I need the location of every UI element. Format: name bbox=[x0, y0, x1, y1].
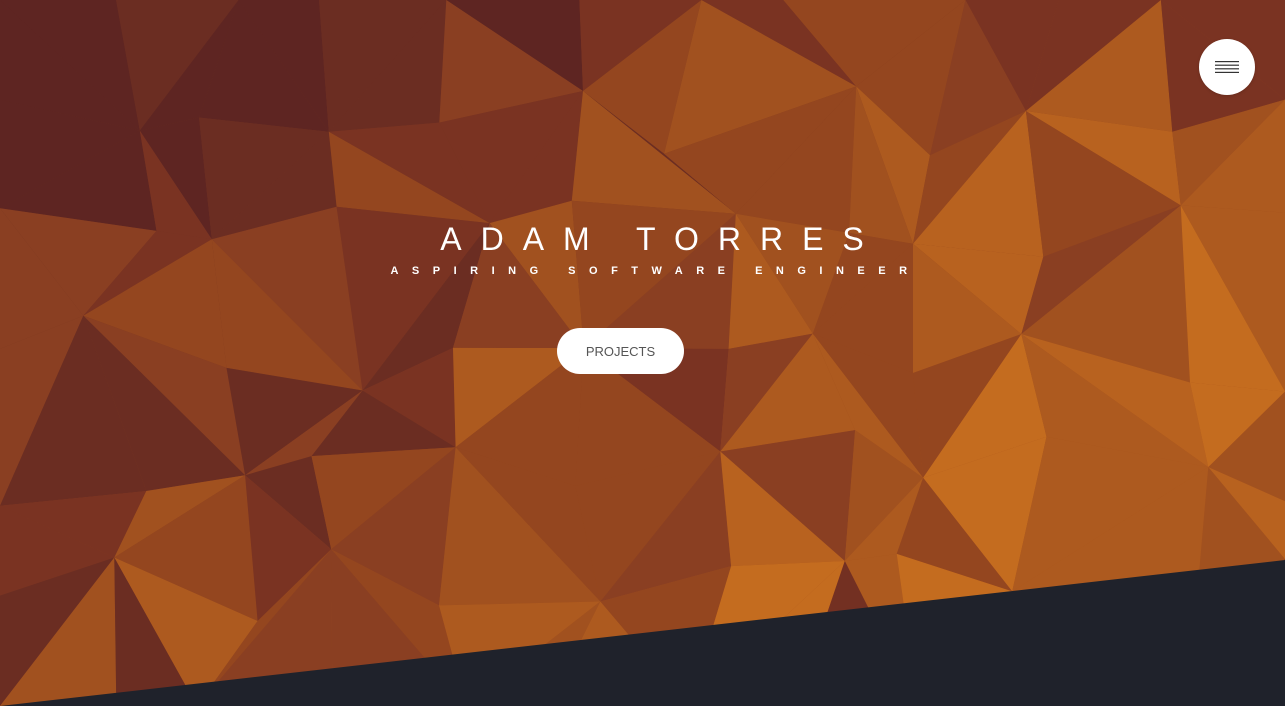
page-title: ADAM TORRES bbox=[440, 221, 883, 257]
projects-button[interactable]: PROJECTS bbox=[557, 328, 684, 374]
hero-section: ADAM TORRES ASPIRING SOFTWARE ENGINEER P… bbox=[0, 0, 1285, 706]
menu-button[interactable] bbox=[1199, 39, 1255, 95]
page-subtitle: ASPIRING SOFTWARE ENGINEER bbox=[390, 265, 921, 277]
hamburger-menu-icon bbox=[1215, 61, 1239, 73]
